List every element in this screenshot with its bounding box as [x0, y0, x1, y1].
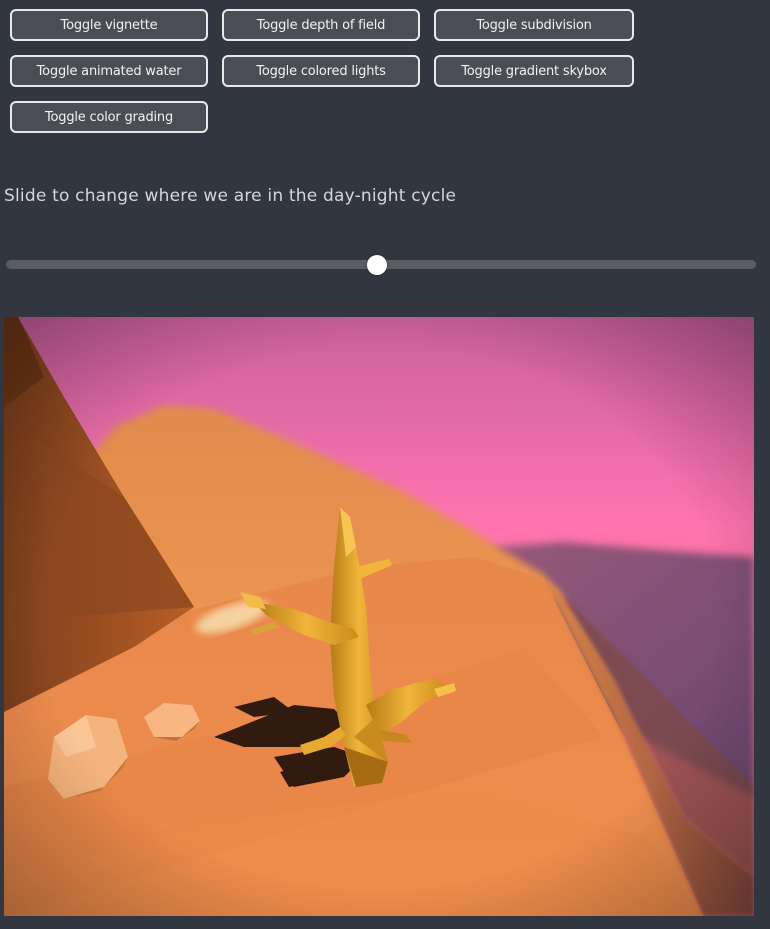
day-night-slider[interactable]	[6, 255, 756, 275]
day-night-slider-caption: Slide to change where we are in the day-…	[4, 186, 457, 206]
toggle-colored-lights-button[interactable]: Toggle colored lights	[222, 55, 420, 87]
slider-thumb[interactable]	[367, 255, 388, 275]
toggle-color-grading-button[interactable]: Toggle color grading	[10, 101, 208, 133]
toggle-depth-of-field-button[interactable]: Toggle depth of field	[222, 9, 420, 41]
toggle-vignette-button[interactable]: Toggle vignette	[10, 9, 208, 41]
toggle-subdivision-button[interactable]: Toggle subdivision	[434, 9, 634, 41]
desert-scene	[4, 317, 754, 916]
scene-viewport[interactable]	[4, 317, 754, 916]
toggle-animated-water-button[interactable]: Toggle animated water	[10, 55, 208, 87]
toggle-gradient-skybox-button[interactable]: Toggle gradient skybox	[434, 55, 634, 87]
